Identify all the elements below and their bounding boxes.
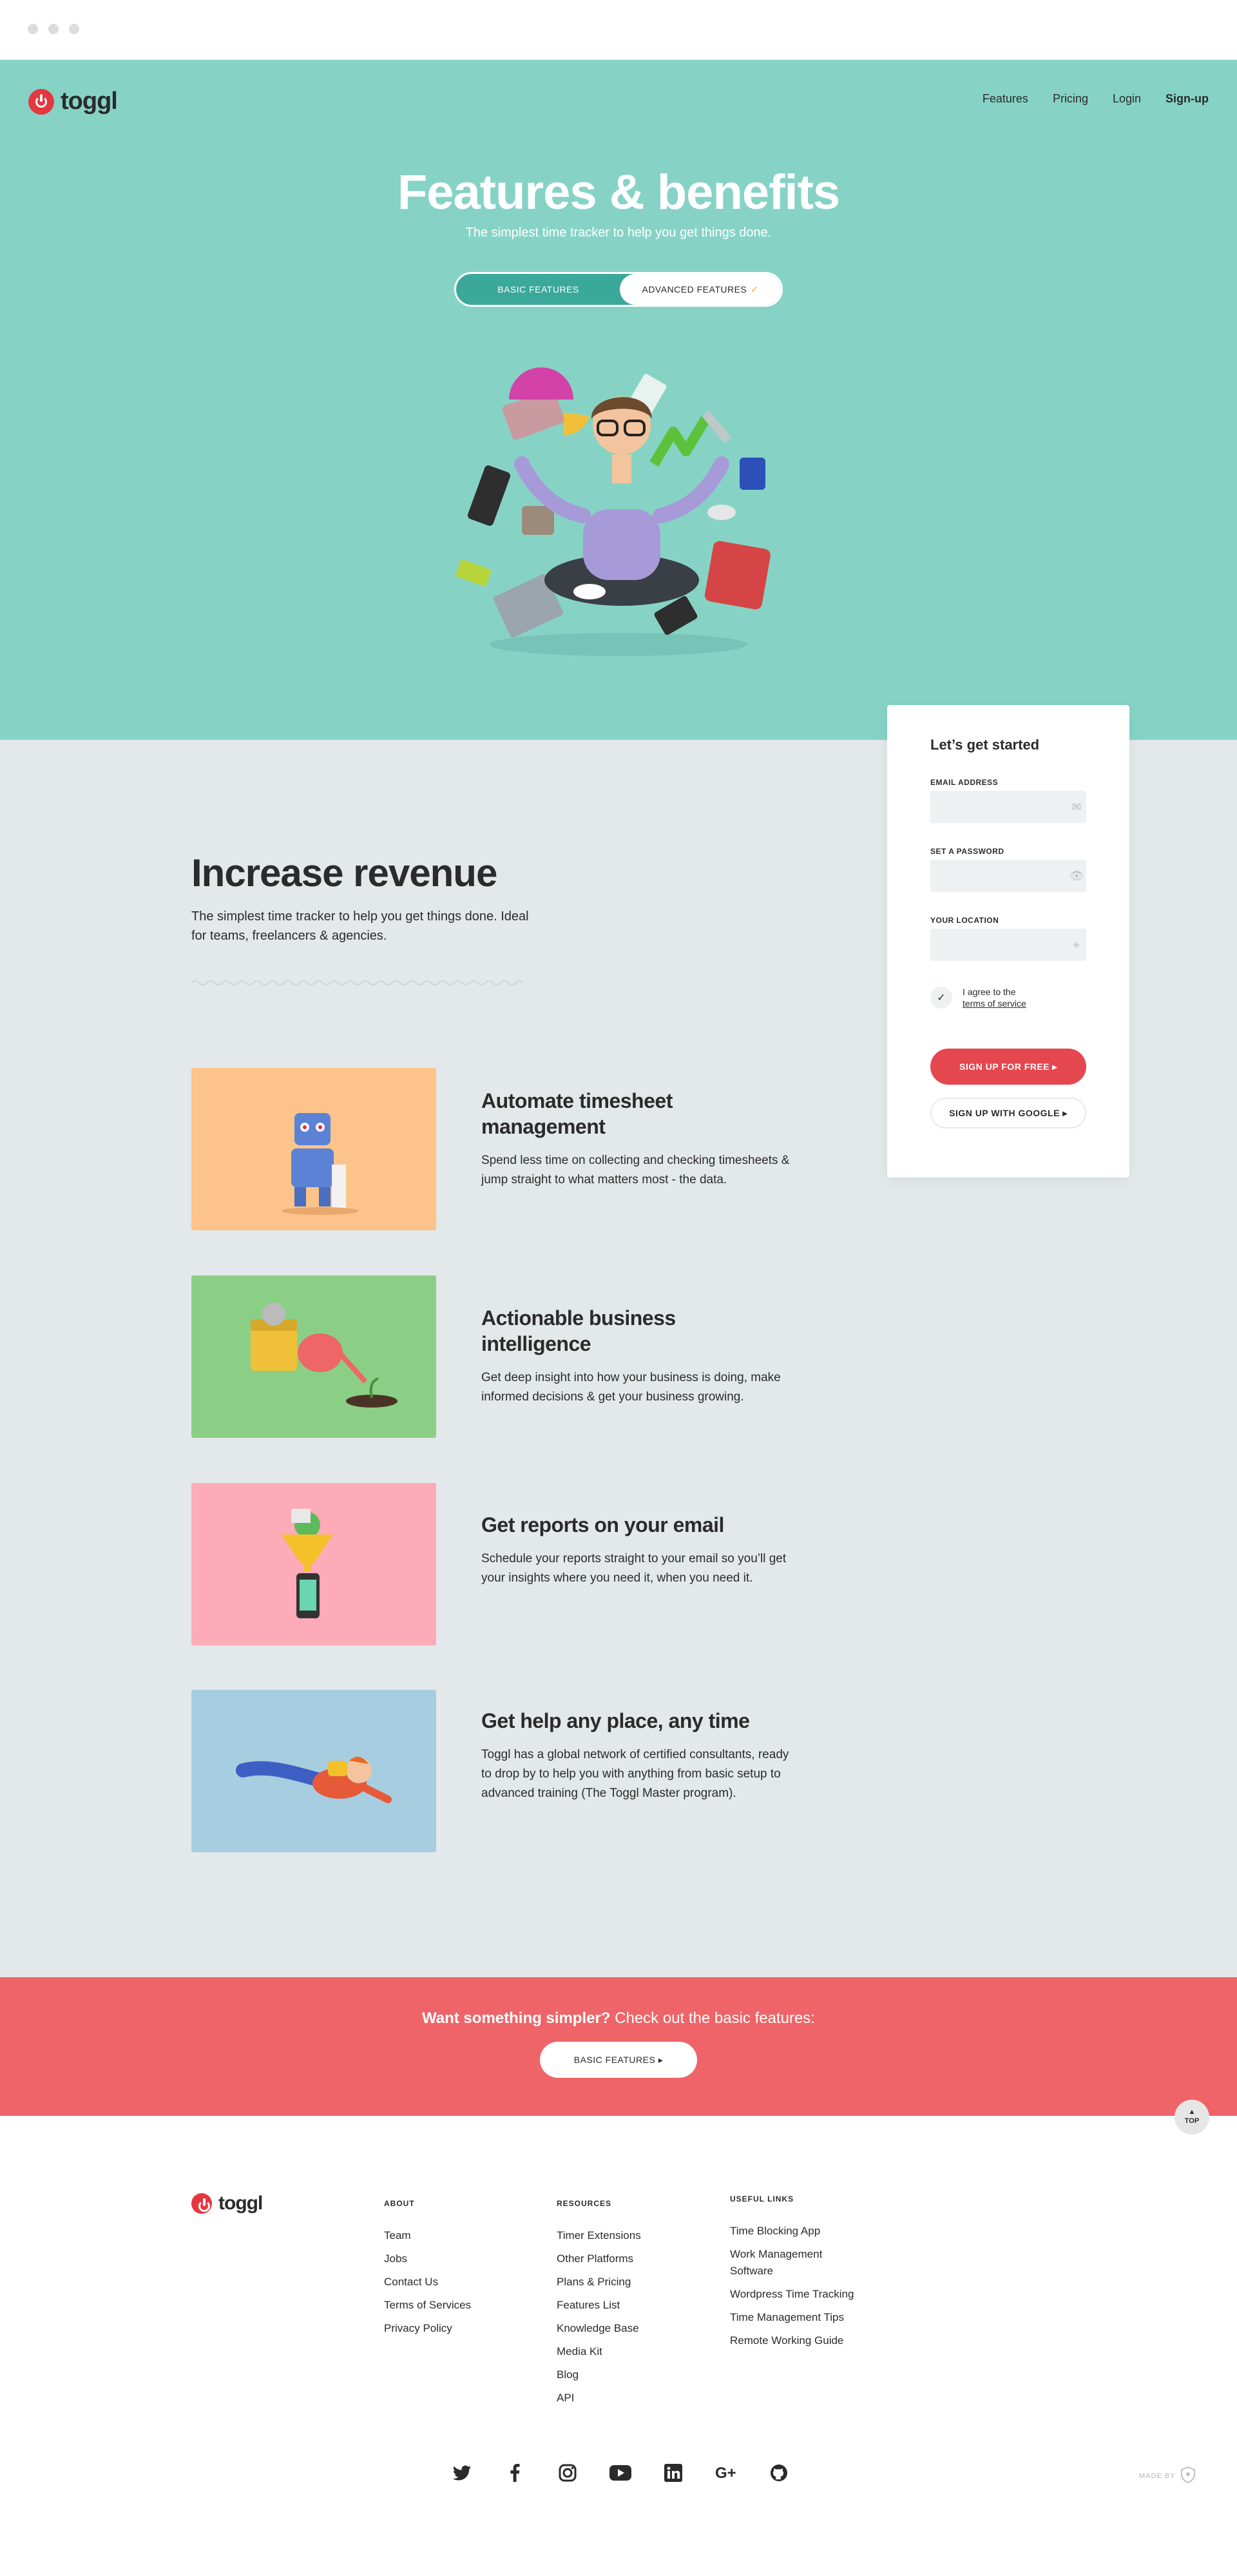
footer-link[interactable]: Jobs bbox=[384, 2251, 471, 2267]
eye-icon[interactable]: 👁 bbox=[1067, 860, 1086, 892]
shield-icon bbox=[1180, 2466, 1195, 2485]
play-arrow-icon: ▸ bbox=[658, 2054, 664, 2065]
footer-link[interactable]: Work Management Software bbox=[730, 2246, 859, 2280]
feature-3-description: Schedule your reports straight to your e… bbox=[481, 1552, 787, 1585]
wave-divider bbox=[191, 980, 523, 985]
facebook-icon[interactable] bbox=[504, 2462, 526, 2484]
github-icon[interactable] bbox=[768, 2462, 790, 2484]
footer-link[interactable]: Blog bbox=[557, 2367, 641, 2383]
feature-1: Automate timesheet management Spend less… bbox=[481, 1088, 791, 1190]
feature-3-title: Get reports on your email bbox=[481, 1513, 724, 1536]
svg-text:G+: G+ bbox=[715, 2465, 736, 2482]
feature-4-title: Get help any place, any time bbox=[481, 1709, 750, 1732]
feature-image-watering-can bbox=[191, 1275, 436, 1438]
terms-checkbox[interactable]: ✓ bbox=[930, 987, 952, 1009]
feature-2: Actionable business intelligence Get dee… bbox=[481, 1305, 791, 1407]
feature-2-title: Actionable business intelligence bbox=[481, 1306, 676, 1355]
play-arrow-icon: ▸ bbox=[1052, 1061, 1057, 1072]
envelope-icon: ✉ bbox=[1071, 800, 1082, 813]
feature-image-funnel-phone bbox=[191, 1483, 436, 1645]
footer-link[interactable]: API bbox=[557, 2390, 641, 2407]
footer-link[interactable]: Other Platforms bbox=[557, 2251, 641, 2267]
twitter-icon[interactable] bbox=[451, 2462, 473, 2484]
footer-link[interactable]: Plans & Pricing bbox=[557, 2274, 641, 2290]
feature-1-description: Spend less time on collecting and checki… bbox=[481, 1154, 790, 1186]
footer-link[interactable]: Time Blocking App bbox=[730, 2223, 859, 2240]
footer-logo-text: toggl bbox=[218, 2193, 263, 2214]
location-label: YOUR LOCATION bbox=[930, 916, 999, 925]
linkedin-icon[interactable] bbox=[662, 2462, 684, 2484]
cta-text: Want something simpler? Check out the ba… bbox=[422, 2009, 815, 2027]
email-label: EMAIL ADDRESS bbox=[930, 778, 999, 787]
terms-agreement: I agree to the terms of service bbox=[963, 986, 1026, 1009]
feature-3: Get reports on your email Schedule your … bbox=[481, 1512, 791, 1588]
google-plus-icon[interactable]: G+ bbox=[715, 2462, 737, 2484]
location-pin-icon: ⌖ bbox=[1073, 938, 1080, 951]
email-field[interactable] bbox=[930, 791, 1086, 823]
feature-image-robot bbox=[191, 1068, 436, 1230]
footer-link[interactable]: Timer Extensions bbox=[557, 2227, 641, 2244]
footer-link[interactable]: Wordpress Time Tracking bbox=[730, 2286, 859, 2303]
footer-link[interactable]: Knowledge Base bbox=[557, 2320, 641, 2337]
signup-card-title: Let’s get started bbox=[930, 737, 1040, 753]
social-links: G+ bbox=[451, 2462, 790, 2484]
footer-about: ABOUT Team Jobs Contact Us Terms of Serv… bbox=[384, 2199, 471, 2343]
youtube-icon[interactable] bbox=[609, 2462, 631, 2484]
cta-banner: Want something simpler? Check out the ba… bbox=[0, 1977, 1237, 2116]
agree-text: I agree to the bbox=[963, 987, 1016, 997]
footer-link[interactable]: Media Kit bbox=[557, 2343, 641, 2360]
footer-useful-links: USEFUL LINKS Time Blocking App Work Mana… bbox=[730, 2194, 859, 2356]
signup-google-button[interactable]: SIGN UP WITH GOOGLE ▸ bbox=[930, 1098, 1086, 1128]
feature-1-title: Automate timesheet management bbox=[481, 1089, 673, 1138]
revenue-title: Increase revenue bbox=[191, 851, 497, 895]
feature-4: Get help any place, any time Toggl has a… bbox=[481, 1708, 791, 1803]
footer-link[interactable]: Features List bbox=[557, 2297, 641, 2314]
footer-useful-heading: USEFUL LINKS bbox=[730, 2194, 794, 2203]
arrow-up-icon: ▲ bbox=[1188, 2108, 1196, 2116]
feature-image-skydiver bbox=[191, 1690, 436, 1852]
basic-features-button[interactable]: BASIC FEATURES ▸ bbox=[540, 2042, 697, 2078]
footer-link[interactable]: Contact Us bbox=[384, 2274, 471, 2290]
footer-resources-heading: RESOURCES bbox=[557, 2199, 612, 2208]
signup-free-button[interactable]: SIGN UP FOR FREE ▸ bbox=[930, 1049, 1086, 1085]
location-field[interactable] bbox=[930, 929, 1086, 961]
feature-4-description: Toggl has a global network of certified … bbox=[481, 1748, 789, 1800]
footer-link[interactable]: Remote Working Guide bbox=[730, 2332, 859, 2349]
toggl-power-icon bbox=[191, 2193, 212, 2214]
footer-logo[interactable]: toggl bbox=[191, 2193, 263, 2214]
password-field[interactable] bbox=[930, 860, 1086, 892]
footer-resources: RESOURCES Timer Extensions Other Platfor… bbox=[557, 2199, 641, 2413]
footer-link[interactable]: Terms of Services bbox=[384, 2297, 471, 2314]
password-label: SET A PASSWORD bbox=[930, 847, 1004, 856]
instagram-icon[interactable] bbox=[557, 2462, 579, 2484]
checkmark-icon: ✓ bbox=[937, 993, 946, 1003]
revenue-description: The simplest time tracker to help you ge… bbox=[191, 909, 529, 943]
made-by-credit[interactable]: MADE BY bbox=[1139, 2466, 1195, 2485]
play-arrow-icon: ▸ bbox=[1062, 1107, 1068, 1118]
signup-card: Let’s get started EMAIL ADDRESS ✉ SET A … bbox=[887, 705, 1129, 1177]
footer-link[interactable]: Privacy Policy bbox=[384, 2320, 471, 2337]
scroll-top-button[interactable]: ▲ TOP bbox=[1175, 2100, 1209, 2135]
terms-link[interactable]: terms of service bbox=[963, 998, 1026, 1009]
footer-link[interactable]: Team bbox=[384, 2227, 471, 2244]
footer-about-heading: ABOUT bbox=[384, 2199, 415, 2208]
feature-2-description: Get deep insight into how your business … bbox=[481, 1371, 781, 1404]
made-by-text: MADE BY bbox=[1139, 2472, 1176, 2480]
juggling-person-illustration bbox=[455, 367, 771, 656]
footer-link[interactable]: Time Management Tips bbox=[730, 2309, 859, 2326]
